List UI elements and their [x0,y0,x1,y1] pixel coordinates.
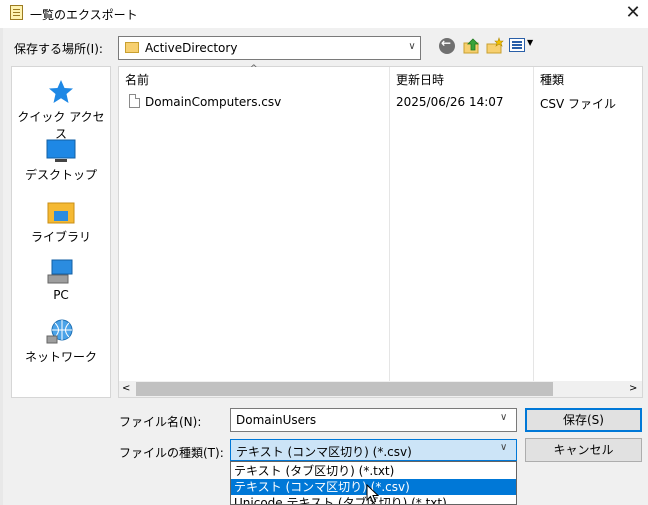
file-list[interactable]: ^ 名前 更新日時 種類 DomainComputers.csv 2025/06… [118,64,643,398]
window-title: 一覧のエクスポート [30,8,138,22]
scrollbar-thumb[interactable] [136,382,553,396]
place-label: ネットワーク [24,350,97,364]
title-bar: 一覧のエクスポート ✕ [0,0,648,28]
chevron-down-icon[interactable]: ∨ [500,412,507,423]
column-header-modified[interactable]: 更新日時 [396,71,444,88]
view-menu-icon[interactable] [509,38,525,52]
file-icon [129,94,140,108]
file-type-cell: CSV ファイル [540,97,617,111]
place-desktop[interactable]: デスクトップ [12,139,110,183]
network-icon [46,319,73,344]
file-modified-cell: 2025/06/26 14:07 [396,95,504,109]
place-label: ライブラリ [30,230,91,244]
mouse-cursor-icon [366,484,380,504]
column-header-type[interactable]: 種類 [540,71,564,88]
close-button[interactable]: ✕ [620,2,646,24]
filename-input[interactable]: DomainUsers ∨ [230,408,517,432]
place-label: PC [53,288,69,302]
places-bar: クイック アクセス デスクトップ ライブラリ PC ネットワーク [11,66,111,398]
chevron-down-icon[interactable]: ∨ [406,41,418,52]
star-icon [49,80,73,103]
save-location-value: ActiveDirectory [145,41,238,55]
notepad-icon [10,5,23,20]
filetype-option[interactable]: テキスト (タブ区切り) (*.txt) [231,463,516,479]
column-header-name[interactable]: 名前 [125,71,149,88]
place-label: クイック アクセス [17,110,105,141]
save-location-combo[interactable]: ActiveDirectory ∨ [118,36,421,60]
desktop-icon [46,139,76,162]
background-window-edge [0,28,3,505]
filename-label: ファイル名(N): [119,415,202,429]
up-folder-icon[interactable] [462,36,482,56]
filename-value: DomainUsers [236,413,317,427]
new-folder-icon[interactable] [485,36,505,56]
save-button[interactable]: 保存(S) [525,408,642,432]
column-divider[interactable] [389,67,390,381]
pc-icon [47,259,73,284]
filetype-label: ファイルの種類(T): [119,446,224,460]
place-library[interactable]: ライブラリ [12,199,110,245]
file-name-cell[interactable]: DomainComputers.csv [145,95,281,109]
scroll-right-icon[interactable]: > [629,381,637,397]
scroll-left-icon[interactable]: < [122,381,130,397]
place-quick-access[interactable]: クイック アクセス [12,79,110,142]
library-icon [47,202,75,224]
column-divider[interactable] [533,67,534,381]
filetype-select[interactable]: テキスト (コンマ区切り) (*.csv) ∨ [230,439,517,461]
place-network[interactable]: ネットワーク [12,319,110,365]
chevron-down-icon[interactable]: ∨ [500,442,507,453]
place-pc[interactable]: PC [12,259,110,302]
view-chevron-icon[interactable]: ▼ [527,38,533,47]
horizontal-scrollbar[interactable]: < > [119,381,642,397]
save-location-label: 保存する場所(I): [14,42,103,56]
sort-ascending-icon: ^ [250,64,258,74]
place-label: デスクトップ [24,168,97,182]
back-icon[interactable] [439,36,455,54]
filetype-value: テキスト (コンマ区切り) (*.csv) [236,445,412,459]
cancel-button[interactable]: キャンセル [525,438,642,462]
folder-icon [125,42,139,53]
